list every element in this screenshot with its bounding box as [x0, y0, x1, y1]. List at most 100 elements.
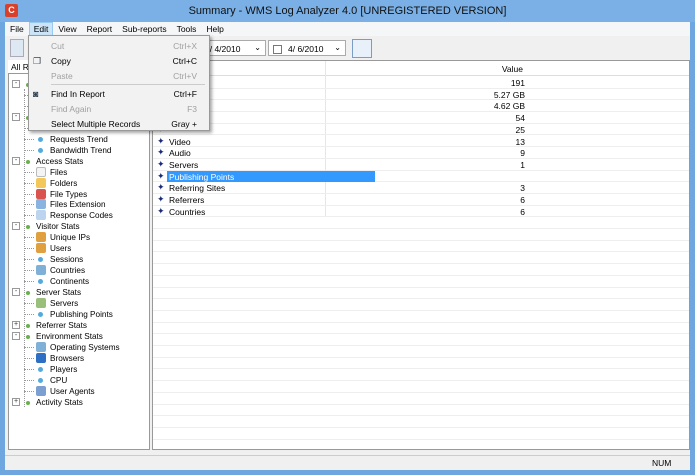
- tree-item[interactable]: File Types: [8, 188, 148, 200]
- menu-edit[interactable]: Edit: [28, 22, 54, 36]
- collapse-icon[interactable]: -: [12, 80, 20, 88]
- tree-item[interactable]: Response Codes: [8, 210, 148, 221]
- expand-icon[interactable]: +: [12, 320, 20, 329]
- row-value: 1: [520, 171, 525, 182]
- tree-group[interactable]: - Server Stats: [8, 287, 148, 298]
- table-row[interactable]: ✦5.27 GB: [153, 89, 689, 101]
- table-row[interactable]: ✦191: [153, 77, 689, 89]
- empty-row: [153, 416, 689, 428]
- ext-icon: [36, 199, 46, 210]
- collapse-icon[interactable]: -: [12, 112, 20, 121]
- tree-label: User Agents: [50, 386, 95, 396]
- collapse-icon[interactable]: -: [12, 222, 20, 231]
- status-bar: [5, 455, 690, 470]
- empty-row: [153, 334, 689, 347]
- window-title: Summary - WMS Log Analyzer 4.0 [UNREGIST…: [188, 5, 507, 17]
- menu-report[interactable]: Report: [82, 22, 118, 36]
- tree-group[interactable]: + Activity Stats: [8, 397, 148, 408]
- group-dot-icon: [26, 225, 30, 230]
- table-row[interactable]: ✦ Countries 6: [153, 206, 689, 218]
- tree-item[interactable]: Browsers: [8, 352, 148, 364]
- tree-item[interactable]: Sessions: [8, 254, 148, 265]
- tree-connector: [24, 313, 34, 315]
- menu-help[interactable]: Help: [201, 22, 228, 36]
- tree-label: Operating Systems: [50, 342, 120, 352]
- collapse-icon[interactable]: -: [12, 156, 20, 165]
- empty-row: [153, 393, 689, 405]
- tree-connector: [24, 303, 34, 304]
- tree-label: Files Extension: [50, 200, 106, 210]
- empty-row: [153, 346, 689, 358]
- date-to-checkbox[interactable]: [273, 45, 282, 55]
- menu-item-find-again[interactable]: Find Again F3: [29, 101, 209, 116]
- menu-item-label: Copy: [51, 56, 71, 66]
- menu-item-label: Paste: [51, 71, 73, 81]
- menu-item-label: Find Again: [51, 104, 92, 114]
- collapse-icon[interactable]: -: [12, 288, 20, 297]
- column-header-value[interactable]: Value: [348, 64, 523, 74]
- edit-menu-dropdown: Cut Ctrl+X ❐ Copy Ctrl+C Paste Ctrl+V ◙ Find In …: [28, 35, 210, 131]
- tree-label: Server Stats: [36, 288, 82, 298]
- menu-item-find-in-report[interactable]: ◙ Find In Report Ctrl+F: [29, 86, 209, 101]
- tree-item[interactable]: Folders: [8, 177, 148, 189]
- table-row[interactable]: ✦ Servers 1: [153, 159, 689, 171]
- columns-grid-button[interactable]: [352, 39, 372, 58]
- menu-view[interactable]: View: [53, 22, 81, 36]
- tree-item[interactable]: Operating Systems: [8, 341, 148, 353]
- folder-icon: [36, 177, 46, 188]
- menu-item-copy[interactable]: ❐ Copy Ctrl+C: [29, 53, 209, 68]
- menu-item-cut[interactable]: Cut Ctrl+X: [29, 38, 209, 53]
- empty-row: [153, 299, 689, 311]
- menu-item-paste[interactable]: Paste Ctrl+V: [29, 68, 209, 83]
- tree-item[interactable]: Requests Trend: [8, 134, 148, 145]
- menu-item-select-multiple-records[interactable]: Select Multiple Records Gray +: [29, 116, 209, 131]
- tree-item[interactable]: Continents: [8, 276, 148, 287]
- tree-item[interactable]: CPU: [8, 375, 148, 386]
- table-row[interactable]: ✦ Audio 9: [153, 147, 689, 159]
- tree-item[interactable]: Publishing Points: [8, 309, 148, 320]
- table-row[interactable]: ✦4.62 GB: [153, 100, 689, 113]
- chevron-down-icon[interactable]: ⌄: [254, 43, 261, 52]
- menu-subreports[interactable]: Sub-reports: [117, 22, 171, 36]
- tree-item[interactable]: Users: [8, 243, 148, 254]
- tree-item[interactable]: Servers: [8, 298, 148, 309]
- tree-item[interactable]: User Agents: [8, 385, 148, 397]
- table-row[interactable]: ✦25: [153, 124, 689, 136]
- tree-group[interactable]: - Visitor Stats: [8, 221, 148, 232]
- row-value: 191: [510, 78, 525, 88]
- chevron-down-icon[interactable]: ⌄: [334, 43, 341, 52]
- bullet-star-icon: ✦: [157, 170, 165, 181]
- row-value: 13: [515, 136, 525, 147]
- tree-item[interactable]: Files: [8, 166, 148, 178]
- tree-group[interactable]: + Referrer Stats: [8, 320, 148, 331]
- tree-item[interactable]: Files Extension: [8, 199, 148, 210]
- bullet-star-icon: ✦: [157, 135, 165, 146]
- tree-label: Bandwidth Trend: [50, 145, 112, 155]
- tree-group[interactable]: - Environment Stats: [8, 331, 148, 342]
- expand-icon[interactable]: +: [12, 397, 20, 406]
- menu-file[interactable]: File: [5, 22, 29, 36]
- new-report-icon[interactable]: [10, 39, 24, 57]
- collapse-icon[interactable]: -: [12, 331, 20, 340]
- menu-tools[interactable]: Tools: [172, 22, 202, 36]
- table-row[interactable]: ✦ Referring Sites 3: [153, 182, 689, 194]
- date-to-picker[interactable]: 4/ 6/2010 ⌄: [268, 40, 346, 56]
- tree-connector: [24, 281, 34, 283]
- empty-row: [153, 311, 689, 323]
- row-value: 54: [515, 113, 525, 124]
- table-row[interactable]: ✦ Referrers 6: [153, 194, 689, 206]
- table-row[interactable]: ✦54: [153, 112, 689, 124]
- filetypes-icon: [36, 188, 46, 199]
- tree-label: Referrer Stats: [36, 320, 87, 330]
- tree-item[interactable]: Players: [8, 364, 148, 375]
- tree-item[interactable]: Bandwidth Trend: [8, 145, 148, 156]
- tree-group[interactable]: - Access Stats: [8, 156, 148, 167]
- tree-item[interactable]: Unique IPs: [8, 232, 148, 243]
- tree-item[interactable]: Countries: [8, 265, 148, 276]
- menu-item-shortcut: Ctrl+V: [173, 71, 197, 81]
- group-dot-icon: [26, 291, 30, 296]
- table-row[interactable]: ✦ Publishing Points 1: [153, 170, 689, 183]
- table-row[interactable]: ✦ Video 13: [153, 136, 689, 148]
- dot-icon: [38, 136, 43, 142]
- date-from-value: 4/ 4/2010: [205, 44, 241, 54]
